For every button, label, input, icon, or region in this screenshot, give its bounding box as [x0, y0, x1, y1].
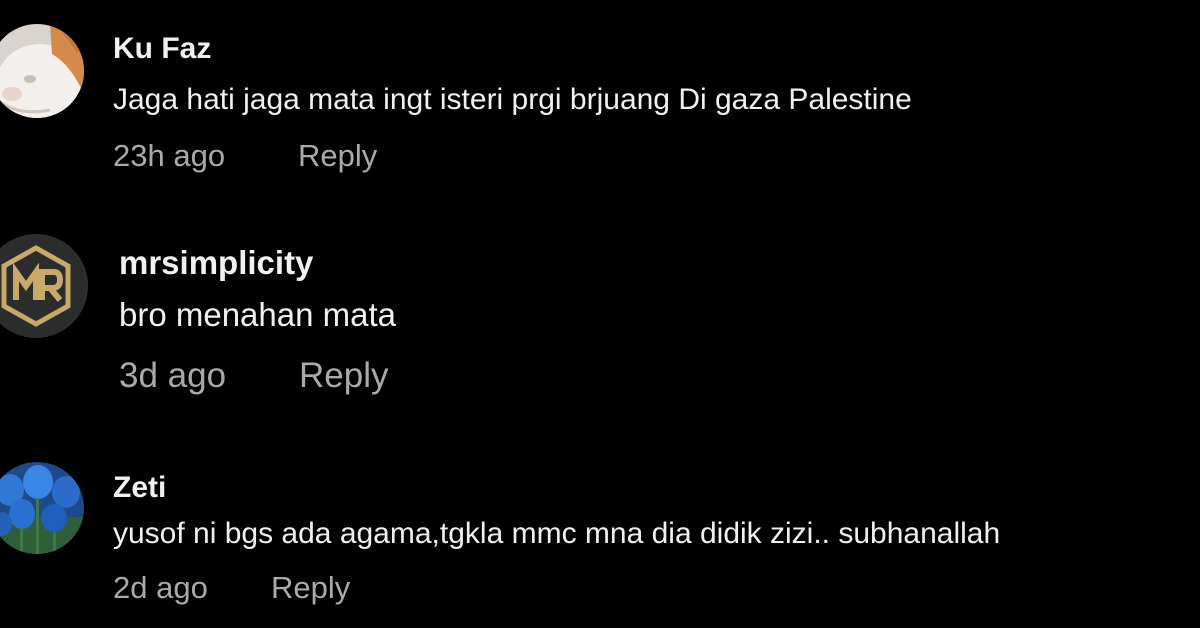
avatar[interactable]: [0, 234, 88, 338]
comment-timestamp: 3d ago: [119, 356, 227, 395]
avatar[interactable]: [0, 24, 84, 118]
comment-author[interactable]: Ku Faz: [113, 34, 211, 64]
cat-photo-icon: [0, 24, 84, 118]
mr-logo-icon: [0, 234, 88, 338]
avatar[interactable]: [0, 462, 84, 554]
comment-text: Jaga hati jaga mata ingt isteri prgi brj…: [113, 83, 912, 116]
comment-author[interactable]: Zeti: [113, 473, 166, 503]
blue-tulips-icon: [0, 462, 84, 554]
reply-button[interactable]: Reply: [299, 356, 388, 396]
comment-timestamp: 23h ago: [113, 138, 226, 173]
reply-button[interactable]: Reply: [298, 138, 377, 174]
comment-timestamp: 2d ago: [113, 570, 208, 605]
comment-author[interactable]: mrsimplicity: [119, 246, 313, 279]
reply-button[interactable]: Reply: [271, 570, 350, 606]
comment-text: yusof ni bgs ada agama,tgkla mmc mna dia…: [113, 517, 1001, 550]
comment-text: bro menahan mata: [119, 296, 397, 333]
